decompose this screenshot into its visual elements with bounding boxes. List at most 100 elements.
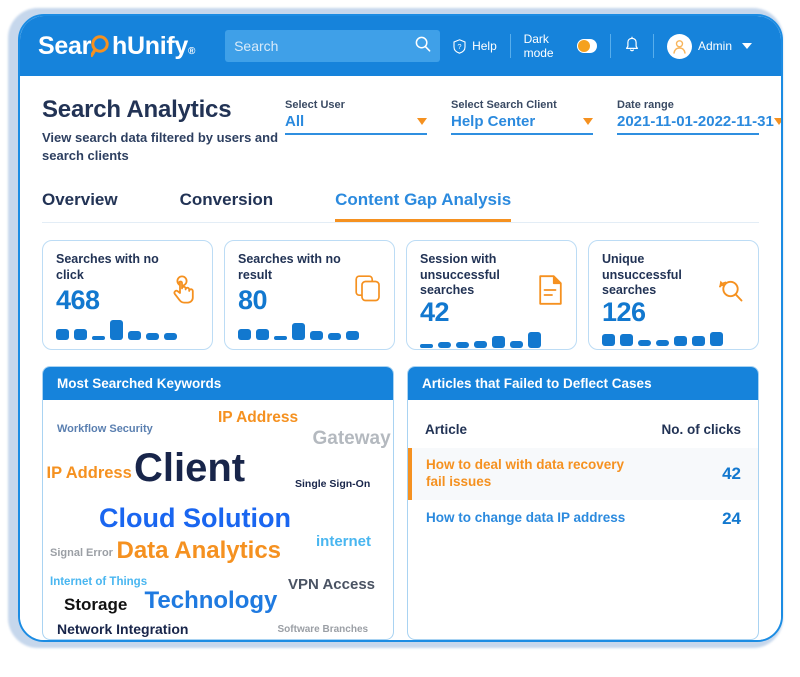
- keyword-word[interactable]: Signal Error: [50, 548, 113, 559]
- chevron-down-icon[interactable]: [417, 118, 427, 125]
- keyword-word[interactable]: Gateway: [313, 429, 391, 448]
- sparkline-bar: [164, 333, 177, 341]
- stat-sparkline: [56, 320, 200, 341]
- stat-card-searches-no-click[interactable]: Searches with no click 468: [42, 240, 213, 351]
- tab-conversion[interactable]: Conversion: [180, 190, 274, 222]
- keyword-word-cloud[interactable]: Workflow Security IP Address Gateway IP Add…: [43, 400, 393, 639]
- keyword-word[interactable]: Storage: [64, 596, 127, 613]
- search-refresh-icon: [715, 275, 745, 310]
- search-input[interactable]: [234, 38, 416, 54]
- panel-body: Article No. of clicks How to deal with d…: [408, 400, 758, 639]
- user-menu[interactable]: Admin: [654, 33, 765, 59]
- sparkline-bar: [438, 341, 451, 348]
- filter-value: All: [285, 113, 305, 130]
- top-navigation-bar: Sear hUnify® ? Help Dark mode: [20, 16, 781, 76]
- keyword-word[interactable]: Single Sign-On: [295, 479, 370, 490]
- sparkline-bar: [710, 331, 723, 346]
- keyword-word[interactable]: VPN Access: [288, 577, 375, 592]
- stat-sparkline: [238, 320, 382, 341]
- table-row[interactable]: How to change data IP address 24: [408, 500, 758, 538]
- keyword-word[interactable]: Technology: [145, 588, 278, 613]
- stat-card-unique-unsuccessful[interactable]: Unique unsuccessful searches 126: [588, 240, 759, 351]
- filter-value-row[interactable]: Help Center: [451, 113, 593, 135]
- page-title: Search Analytics: [42, 96, 232, 123]
- dark-mode-switch[interactable]: [576, 39, 598, 53]
- page-subtitle: View search data filtered by users and s…: [42, 130, 279, 163]
- stat-card-row: Searches with no click 468 Searches with…: [42, 240, 759, 351]
- keyword-word[interactable]: Client: [134, 448, 245, 488]
- filter-value-row[interactable]: All: [285, 113, 427, 135]
- panel-title: Most Searched Keywords: [43, 367, 393, 401]
- page-header-row: Search Analytics View search data filter…: [42, 96, 781, 164]
- tab-content-gap-analysis[interactable]: Content Gap Analysis: [335, 190, 512, 223]
- magnifier-logo-icon: [91, 33, 112, 57]
- help-button[interactable]: ? Help: [440, 38, 510, 54]
- keyword-word[interactable]: Cloud Solution: [99, 505, 291, 532]
- sparkline-bar: [674, 335, 687, 346]
- sparkline-bar: [274, 336, 287, 341]
- filter-date-range[interactable]: Date range 2021-11-01-2022-11-31: [617, 99, 781, 135]
- keyword-word[interactable]: Internet of Things: [50, 576, 147, 589]
- filter-select-user[interactable]: Select User All: [285, 99, 427, 135]
- filter-select-search-client[interactable]: Select Search Client Help Center: [451, 99, 593, 135]
- keyword-word[interactable]: Network Integration: [57, 622, 188, 636]
- article-title[interactable]: How to change data IP address: [426, 510, 625, 527]
- sparkline-bar: [456, 341, 469, 348]
- sparkline-bar: [110, 320, 123, 341]
- help-label: Help: [472, 39, 497, 53]
- filter-value: 2021-11-01-2022-11-31: [617, 113, 774, 130]
- tab-bar: Overview Conversion Content Gap Analysis: [42, 190, 759, 224]
- sparkline-bar: [510, 340, 523, 348]
- searchunify-logo[interactable]: Sear hUnify ®: [38, 32, 195, 61]
- article-clicks: 24: [722, 508, 741, 528]
- sparkline-bar: [474, 340, 487, 348]
- chevron-down-icon[interactable]: [742, 43, 752, 49]
- chevron-down-icon[interactable]: [583, 118, 593, 125]
- keyword-word[interactable]: Software Branches: [278, 624, 369, 635]
- notifications-button[interactable]: [611, 36, 653, 57]
- keyword-word[interactable]: Data Analytics: [117, 538, 282, 563]
- tab-overview[interactable]: Overview: [42, 190, 118, 222]
- sparkline-bar: [528, 331, 541, 348]
- stat-card-session-unsuccessful[interactable]: Session with unsuccessful searches 42: [406, 240, 577, 351]
- svg-text:?: ?: [457, 42, 461, 51]
- panel-body: Workflow Security IP Address Gateway IP Add…: [43, 400, 393, 639]
- keyword-word[interactable]: internet: [316, 534, 371, 549]
- sparkline-bar: [74, 329, 87, 341]
- filter-value: Help Center: [451, 113, 536, 130]
- filter-bar: Select User All Select Search Client Hel…: [285, 96, 781, 135]
- document-icon: [539, 275, 563, 310]
- articles-table: Article No. of clicks How to deal with d…: [408, 400, 758, 538]
- notification-bell-icon[interactable]: [624, 36, 640, 57]
- filter-label: Select User: [285, 99, 345, 111]
- sparkline-bar: [692, 335, 705, 346]
- article-title[interactable]: How to deal with data recovery fail issu…: [426, 457, 641, 491]
- panel-row: Most Searched Keywords Workflow Security…: [42, 366, 759, 640]
- keyword-word[interactable]: IP Address: [47, 465, 132, 482]
- keyword-word[interactable]: Workflow Security: [57, 423, 153, 435]
- sparkline-bar: [656, 339, 669, 346]
- app-window: Sear hUnify® ? Help Dark mode: [18, 14, 783, 642]
- panel-title: Articles that Failed to Deflect Cases: [408, 367, 758, 401]
- global-search-box[interactable]: [225, 30, 441, 62]
- no-result-copy-icon: [355, 275, 381, 308]
- table-row[interactable]: How to deal with data recovery fail issu…: [408, 448, 758, 500]
- filter-value-row[interactable]: 2021-11-01-2022-11-31: [617, 113, 781, 135]
- search-icon[interactable]: [415, 36, 431, 57]
- page-heading-block: Search Analytics View search data filter…: [42, 96, 285, 164]
- avatar: [666, 33, 692, 59]
- chevron-down-icon[interactable]: [773, 118, 781, 125]
- sparkline-bar: [292, 323, 305, 341]
- stat-label: Unique unsuccessful searches: [602, 252, 682, 298]
- sparkline-bar: [56, 329, 69, 341]
- stat-sparkline: [602, 331, 746, 346]
- stat-label: Searches with no result: [238, 252, 341, 282]
- sparkline-bar: [602, 333, 615, 346]
- stat-card-searches-no-result[interactable]: Searches with no result 80: [224, 240, 395, 351]
- sparkline-bar: [310, 331, 323, 341]
- toggle-knob: [577, 40, 590, 52]
- dark-mode-toggle[interactable]: Dark mode: [511, 32, 611, 60]
- dark-mode-label: Dark mode: [523, 32, 554, 60]
- sparkline-bar: [328, 333, 341, 341]
- keyword-word[interactable]: IP Address: [218, 410, 298, 426]
